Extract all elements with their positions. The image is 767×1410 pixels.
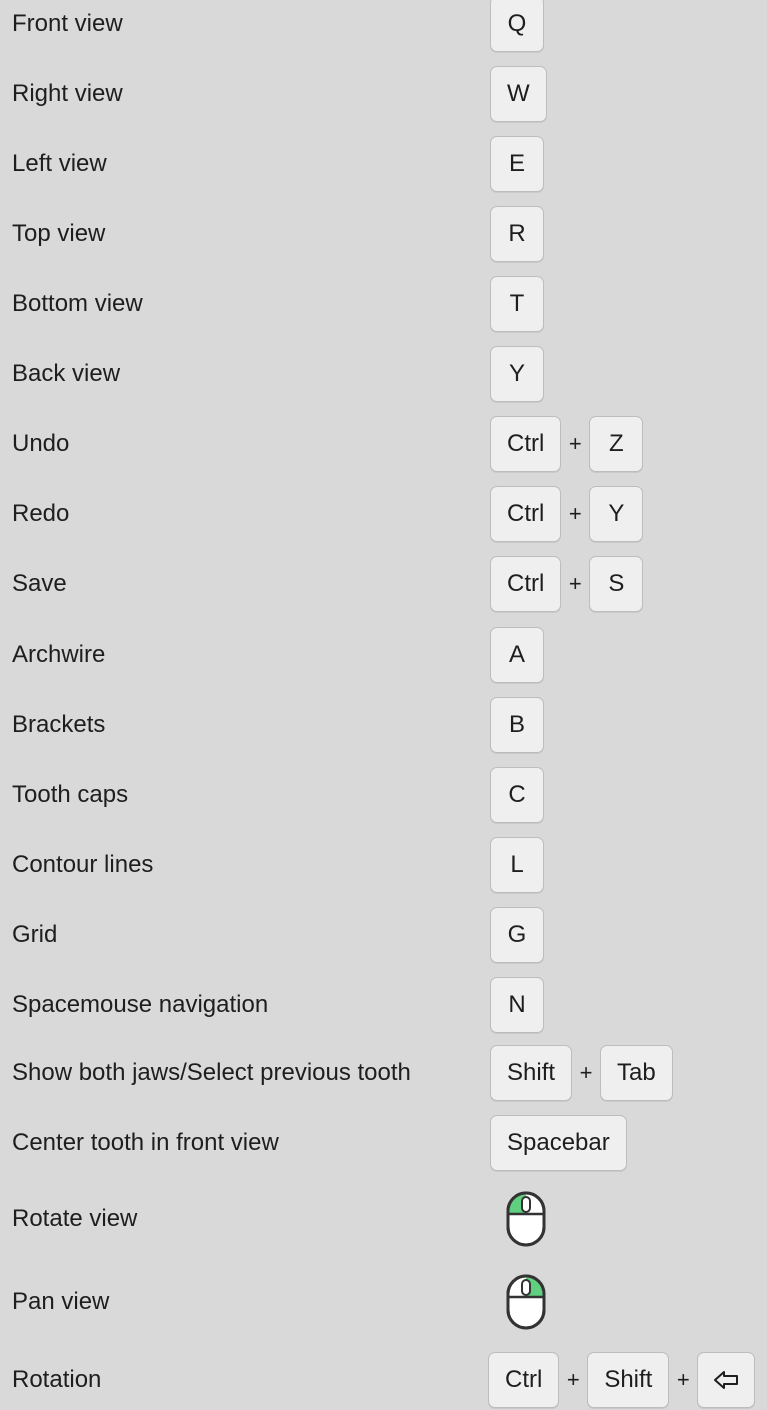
shortcut-row-tooth-caps: Tooth caps C [0, 765, 767, 825]
shortcut-keys [490, 1189, 546, 1249]
shortcut-row-save: Save Ctrl + S [0, 554, 767, 614]
key-cap: Ctrl [490, 486, 562, 542]
shortcut-keys: N [490, 975, 544, 1035]
shortcut-label: Right view [12, 80, 123, 107]
shortcut-row-redo: Redo Ctrl + Y [0, 484, 767, 544]
shortcut-row-front-view: Front view Q [0, 0, 767, 54]
key-cap: Ctrl [490, 556, 562, 612]
key-cap: Shift [587, 1352, 670, 1408]
key-cap: N [490, 977, 544, 1033]
key-cap: Spacebar [490, 1115, 627, 1171]
key-cap: Ctrl [490, 416, 562, 472]
key-cap: W [490, 66, 547, 122]
shortcut-keys: A [490, 625, 544, 685]
shortcut-keys: Y [490, 344, 544, 404]
shortcut-label: Brackets [12, 711, 106, 738]
key-cap: Y [490, 346, 544, 402]
arrow-left-key [697, 1352, 756, 1408]
shortcut-keys: T [490, 274, 544, 334]
shortcut-row-grid: Grid G [0, 905, 767, 965]
shortcut-label: Center tooth in front view [12, 1129, 279, 1156]
key-cap: Ctrl [488, 1352, 560, 1408]
shortcut-row-brackets: Brackets B [0, 695, 767, 755]
shortcut-keys: Spacebar [490, 1113, 627, 1173]
shortcut-keys: Ctrl + S [490, 554, 644, 614]
arrow-left-icon [714, 1371, 739, 1389]
shortcut-keys: R [490, 204, 544, 264]
key-cap: S [589, 556, 644, 612]
shortcut-label: Undo [12, 430, 70, 457]
shortcut-row-rotate-view: Rotate view [0, 1189, 767, 1249]
shortcut-label: Rotation [12, 1366, 102, 1393]
key-cap: C [490, 767, 544, 823]
shortcut-row-contour-lines: Contour lines L [0, 835, 767, 895]
shortcut-keys [490, 1272, 546, 1332]
shortcut-label: Redo [12, 500, 70, 527]
key-cap: E [490, 136, 544, 192]
shortcut-label: Contour lines [12, 851, 154, 878]
shortcut-row-center-tooth: Center tooth in front view Spacebar [0, 1113, 767, 1173]
shortcut-label: Left view [12, 150, 107, 177]
mouse-right-button-icon [506, 1274, 546, 1330]
shortcut-keys: Ctrl + Z [490, 414, 644, 474]
shortcut-row-bottom-view: Bottom view T [0, 274, 767, 334]
shortcut-label: Show both jaws/Select previous tooth [12, 1059, 411, 1086]
shortcut-label: Top view [12, 220, 106, 247]
shortcut-keys: Q [490, 0, 544, 54]
key-cap: Tab [600, 1045, 673, 1101]
shortcut-label: Rotate view [12, 1205, 138, 1232]
shortcut-label: Spacemouse navigation [12, 991, 269, 1018]
key-cap: Shift [490, 1045, 573, 1101]
shortcut-keys: C [490, 765, 544, 825]
shortcut-label: Archwire [12, 641, 106, 668]
shortcut-row-show-both-jaws: Show both jaws/Select previous tooth Shi… [0, 1043, 767, 1103]
plus-sign: + [568, 571, 582, 596]
key-cap: R [490, 206, 544, 262]
key-cap: B [490, 697, 544, 753]
key-cap: L [490, 837, 544, 893]
key-cap: Z [589, 416, 644, 472]
shortcut-row-back-view: Back view Y [0, 344, 767, 404]
key-cap: Y [589, 486, 644, 542]
plus-sign: + [579, 1060, 593, 1085]
shortcut-row-pan-view: Pan view [0, 1272, 767, 1332]
shortcut-label: Save [12, 570, 67, 597]
shortcut-label: Back view [12, 360, 121, 387]
shortcut-keys: E [490, 134, 544, 194]
shortcut-label: Pan view [12, 1288, 110, 1315]
shortcut-keys: B [490, 695, 544, 755]
key-cap: Q [490, 0, 544, 52]
plus-sign: + [676, 1367, 690, 1392]
shortcut-row-archwire: Archwire A [0, 625, 767, 685]
mouse-left-button-icon [506, 1191, 546, 1247]
shortcut-label: Bottom view [12, 290, 143, 317]
shortcut-label: Tooth caps [12, 781, 129, 808]
shortcut-keys: Shift + Tab [490, 1043, 673, 1103]
shortcut-keys: W [490, 64, 547, 124]
key-cap: A [490, 627, 544, 683]
shortcut-row-undo: Undo Ctrl + Z [0, 414, 767, 474]
shortcut-row-spacemouse-navigation: Spacemouse navigation N [0, 975, 767, 1035]
shortcut-keys: Ctrl + Shift + [488, 1350, 756, 1410]
plus-sign: + [568, 501, 582, 526]
shortcut-row-rotation: Rotation Ctrl + Shift + [0, 1350, 767, 1410]
key-cap: G [490, 907, 544, 963]
shortcut-row-left-view: Left view E [0, 134, 767, 194]
shortcut-keys: Ctrl + Y [490, 484, 644, 544]
shortcut-keys: G [490, 905, 544, 965]
shortcut-row-top-view: Top view R [0, 204, 767, 264]
plus-sign: + [568, 431, 582, 456]
shortcut-keys: L [490, 835, 544, 895]
key-cap: T [490, 276, 544, 332]
plus-sign: + [566, 1367, 580, 1392]
shortcut-row-right-view: Right view W [0, 64, 767, 124]
shortcut-label: Grid [12, 921, 58, 948]
shortcut-label: Front view [12, 10, 123, 37]
